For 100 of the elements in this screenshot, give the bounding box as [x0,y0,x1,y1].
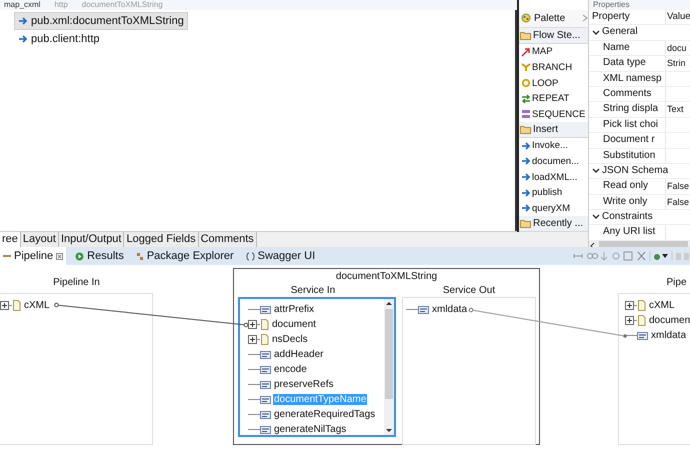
text-field-icon [260,350,271,358]
column-title: Service In [290,285,336,296]
view-tab[interactable]: Comments [198,232,257,247]
palette-item[interactable]: REPEAT [519,90,588,106]
document-icon [637,315,646,326]
property-name: Comments [602,86,652,101]
palette-section-header[interactable]: Insert [519,122,588,138]
chevron-down-icon [592,30,600,36]
property-name: String displa [602,102,660,116]
text-field-icon [260,426,271,434]
text-field-icon [260,410,271,418]
column-header: Value [665,10,690,24]
view-tab[interactable]: Pipeline [0,247,66,265]
palette-icon [521,13,531,24]
service-title: documentToXMLString [334,271,438,282]
view-tab[interactable]: Layout [20,232,59,247]
column-title: Service Out [442,285,496,296]
service-input[interactable]: attrPrefix [273,304,316,315]
text-field-icon [260,396,271,404]
right-arrow-icon [521,140,531,151]
property-value: Strin [665,56,690,71]
property-value: False [665,194,690,210]
view-tab[interactable]: Package Explorer [132,247,237,265]
pipeline-variable[interactable]: cXML [23,300,51,311]
property-name: Data type [602,56,647,70]
palette-item[interactable]: Invoke... [519,138,588,154]
chevron-down-icon [592,168,600,174]
document-icon [12,300,21,311]
property-value: False [665,179,690,194]
right-arrow-icon [18,16,28,26]
property-group[interactable]: JSON Schema [589,164,690,178]
folder-icon [520,219,531,228]
palette-item[interactable]: publish [519,184,588,200]
palette-item[interactable]: SEQUENCE [519,106,588,122]
document-icon [260,334,269,345]
document-icon [637,300,646,311]
right-arrow-icon [521,172,531,182]
palette-section-header[interactable]: Flow Ste... [519,28,588,44]
panel-title: Properties [593,0,630,10]
service-output[interactable]: xmldata [431,304,468,315]
pipeline-icon [3,252,11,260]
chevron-down-icon [592,214,600,220]
right-arrow-icon [521,203,531,214]
pipeline-variable[interactable]: xmldata [650,330,688,341]
column-title: Pipeline In [52,277,101,288]
palette-item[interactable]: MAP [519,44,588,60]
right-arrow-icon [521,188,531,198]
property-name: Read only [602,179,650,194]
palette-item[interactable]: documen... [519,154,588,170]
view-tab[interactable]: Input/Output [58,232,124,247]
pipeline-variable[interactable]: documen [648,315,690,326]
service-input[interactable]: preserveRefs [273,379,334,390]
service-input[interactable]: encode [273,364,308,375]
text-field-icon [418,306,429,314]
loop-icon [521,78,531,88]
column-header: Property [591,10,631,24]
view-tab[interactable]: ree [0,232,21,247]
right-arrow-icon [521,156,531,166]
palette-title: Palette [534,12,566,24]
document-icon [260,319,269,330]
service-input[interactable]: document [271,319,317,330]
palette-item[interactable]: BRANCH [519,60,588,76]
property-name: Any URI list [602,225,656,240]
service-input[interactable]: nsDecls [271,334,309,345]
property-name: Substitution [602,148,656,163]
property-value: Text [665,102,690,117]
view-tab[interactable]: Results [72,247,127,265]
property-name: XML namesp [602,72,663,86]
run-icon [75,252,84,260]
view-tab[interactable]: Logged Fields [124,232,199,247]
pipeline-variable[interactable]: cXML [648,300,676,311]
service-input[interactable]: addHeader [273,349,324,360]
selected-flow-step[interactable]: pub.xml:documentToXMLString [14,12,188,30]
column-title: Pipe [665,277,688,288]
diagonal-arrow-icon [521,46,531,57]
palette-section-header[interactable]: Recently ... [519,216,588,232]
property-name: Document r [602,133,656,148]
property-group[interactable]: General [589,25,690,40]
palette-item[interactable]: queryXM [519,200,588,216]
flow-step[interactable]: pub.client:http [31,33,100,45]
text-field-icon [637,332,648,340]
folder-icon [520,125,531,134]
property-name: Write only [602,194,648,209]
property-name: Pick list choi [602,118,660,132]
package-icon [136,252,144,260]
property-group[interactable]: Constraints [589,210,690,224]
service-input[interactable]: generateNilTags [273,424,348,435]
property-name: Name [602,40,631,55]
text-field-icon [260,366,271,374]
braces-icon [246,252,255,260]
palette-item[interactable]: LOOP [519,75,588,91]
right-arrow-icon [18,34,28,44]
palette-item[interactable]: loadXML... [519,169,588,185]
fork-icon [521,62,531,72]
editor-tab[interactable]: map_cxml [4,0,40,10]
text-field-icon [260,380,271,388]
close-icon [56,252,64,260]
view-tab[interactable]: Swagger UI [242,247,318,265]
expand-right-icon [582,14,588,22]
service-input[interactable]: generateRequiredTags [273,409,376,420]
